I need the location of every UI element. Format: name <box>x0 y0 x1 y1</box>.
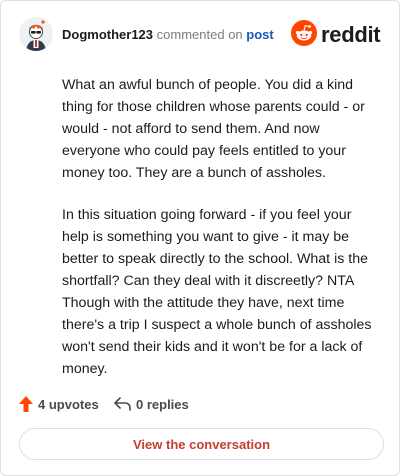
reply-button[interactable]: 0 replies <box>114 394 189 414</box>
view-conversation-button[interactable]: View the conversation <box>19 428 384 460</box>
commented-on-text: commented on <box>156 27 243 42</box>
comment-body: What an awful bunch of people. You did a… <box>62 74 380 400</box>
comment-paragraph-2: In this situation going forward - if you… <box>62 207 372 377</box>
avatar[interactable] <box>19 17 53 51</box>
reddit-logo[interactable]: reddit <box>291 19 381 49</box>
reply-arrow-icon <box>114 397 131 411</box>
comment-card: Dogmother123 commented on post reddit Wh… <box>0 0 400 476</box>
comment-actions: 4 upvotes 0 replies <box>19 394 319 414</box>
comment-meta: Dogmother123 commented on post <box>62 27 274 42</box>
comment-header: Dogmother123 commented on post reddit <box>19 17 383 53</box>
upvote-arrow-icon <box>19 396 33 412</box>
reddit-wordmark: reddit <box>321 22 381 47</box>
upvote-count: 4 upvotes <box>38 396 99 412</box>
avatar-image <box>19 17 53 51</box>
comment-paragraph-1: What an awful bunch of people. You did a… <box>62 77 365 181</box>
upvote-button[interactable]: 4 upvotes <box>19 394 99 414</box>
post-link[interactable]: post <box>246 27 273 42</box>
reddit-snoo-icon <box>291 20 317 46</box>
reply-count: 0 replies <box>136 396 189 412</box>
username-link[interactable]: Dogmother123 <box>62 27 153 42</box>
